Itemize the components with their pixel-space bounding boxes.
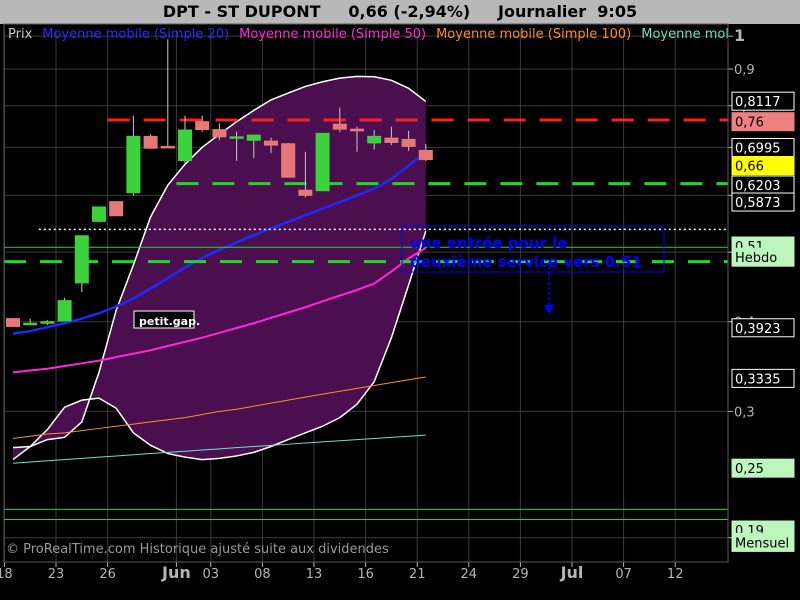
x-tick-label: 12	[667, 567, 684, 582]
x-tick-label: 18	[0, 567, 13, 582]
legend-item: Prix	[8, 27, 33, 42]
candle-body	[195, 121, 210, 131]
candle-body	[418, 149, 433, 161]
candle-body	[401, 138, 416, 147]
legend-item: Moyenne mobile (Simple 50)	[239, 27, 426, 42]
price-label: 0,66	[735, 160, 764, 175]
x-tick-label: 21	[409, 567, 426, 582]
price-label: Hebdo	[735, 251, 777, 266]
price-axis[interactable]: 10,90,80,70,60,50,40,30,20,81170,760,699…	[728, 26, 795, 552]
candle-body	[246, 134, 261, 141]
candle-body	[229, 136, 244, 139]
candle-body	[298, 189, 313, 196]
candle-body	[281, 143, 296, 178]
y-tick-label: 1	[734, 26, 745, 45]
x-tick-label: Jul	[560, 563, 584, 582]
gap-label: petit.gap.	[139, 315, 200, 328]
price-label: 0,5873	[735, 196, 781, 211]
x-tick-label: 13	[306, 567, 323, 582]
price-label: 0,8117	[735, 95, 781, 110]
watermark: © ProRealTime.com Historique ajusté suit…	[6, 542, 389, 557]
price-label: 0,3335	[735, 372, 781, 387]
candle-body	[384, 137, 399, 143]
candle-body	[160, 145, 175, 149]
gap-annotation: petit.gap.	[133, 310, 200, 329]
price-label: 0,6203	[735, 179, 781, 194]
candle-body	[109, 201, 124, 217]
price-label: Mensuel	[735, 536, 789, 551]
candle-body	[315, 132, 330, 192]
candle-body	[143, 135, 158, 149]
candle-body	[40, 321, 55, 324]
price-label: 0,6995	[735, 142, 781, 157]
x-tick-label: 16	[357, 567, 374, 582]
candle-body	[23, 322, 38, 326]
candle-body	[350, 128, 364, 132]
candle-body	[6, 318, 20, 327]
candle-body	[367, 135, 382, 144]
candle-body	[212, 129, 227, 138]
y-tick-label: 0,3	[734, 405, 755, 420]
candle-body	[74, 235, 89, 284]
candle-body	[332, 123, 347, 130]
x-tick-label: 26	[99, 567, 116, 582]
legend-item: Moyenne mobile (Simple 100)	[436, 27, 631, 42]
candle-body	[92, 206, 106, 222]
x-tick-label: 24	[461, 567, 478, 582]
y-tick-label: 0,9	[734, 63, 755, 78]
time-axis[interactable]: 18 23 26 Jun 03 08 13 16 21 24 29 Jul 07 12	[0, 562, 683, 582]
entry-annotation-line-2: deuxième service vers 0.51	[410, 253, 642, 271]
candle-body	[57, 300, 72, 322]
price-chart[interactable]: petit.gap. une entrée pour le deuxième s…	[0, 0, 800, 600]
x-tick-label: 23	[48, 567, 65, 582]
legend-item: Moyenne mobile (Simple 20)	[42, 27, 229, 42]
x-tick-label: 07	[615, 567, 632, 582]
x-tick-label: Jun	[161, 563, 191, 582]
x-tick-label: 08	[254, 567, 271, 582]
x-tick-label: 29	[512, 567, 529, 582]
candle-body	[126, 135, 141, 194]
candle-body	[178, 129, 192, 162]
x-tick-label: 03	[203, 567, 220, 582]
legend-item: Moyenne mobile	[641, 27, 749, 42]
candle-body	[264, 140, 278, 146]
price-label: 0,76	[735, 116, 764, 131]
price-label: 0,25	[735, 462, 764, 477]
price-label: 0,3923	[735, 322, 781, 337]
entry-annotation-line-1: une entrée pour le	[410, 234, 567, 252]
